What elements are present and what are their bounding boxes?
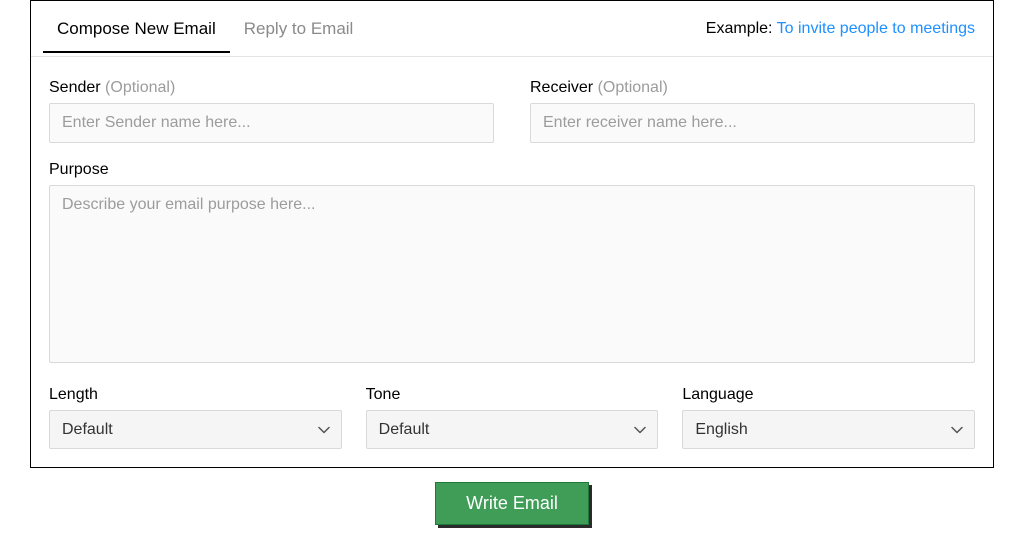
tab-compose[interactable]: Compose New Email bbox=[43, 5, 230, 52]
example-label: Example: bbox=[706, 20, 777, 37]
tab-reply[interactable]: Reply to Email bbox=[230, 5, 368, 52]
length-select[interactable]: Default bbox=[49, 410, 342, 449]
example-block: Example: To invite people to meetings bbox=[706, 20, 981, 38]
sender-field: Sender (Optional) bbox=[49, 79, 494, 143]
language-label: Language bbox=[682, 386, 975, 404]
language-field: Language English bbox=[682, 386, 975, 449]
sender-input[interactable] bbox=[49, 103, 494, 143]
tabs-row: Compose New Email Reply to Email Example… bbox=[31, 1, 993, 57]
length-field: Length Default bbox=[49, 386, 342, 449]
sender-label-text: Sender bbox=[49, 79, 105, 96]
receiver-label-text: Receiver bbox=[530, 79, 598, 96]
purpose-input[interactable] bbox=[49, 185, 975, 363]
language-select[interactable]: English bbox=[682, 410, 975, 449]
length-label: Length bbox=[49, 386, 342, 404]
form-body: Sender (Optional) Receiver (Optional) Pu… bbox=[31, 57, 993, 467]
receiver-field: Receiver (Optional) bbox=[530, 79, 975, 143]
purpose-label: Purpose bbox=[49, 161, 975, 179]
tone-field: Tone Default bbox=[366, 386, 659, 449]
receiver-optional: (Optional) bbox=[598, 79, 668, 96]
purpose-field: Purpose bbox=[49, 161, 975, 368]
tone-label: Tone bbox=[366, 386, 659, 404]
receiver-input[interactable] bbox=[530, 103, 975, 143]
compose-panel: Compose New Email Reply to Email Example… bbox=[30, 0, 994, 468]
sender-optional: (Optional) bbox=[105, 79, 175, 96]
write-email-button[interactable]: Write Email bbox=[435, 482, 589, 525]
receiver-label: Receiver (Optional) bbox=[530, 79, 975, 97]
action-row: Write Email bbox=[0, 482, 1024, 525]
tone-select[interactable]: Default bbox=[366, 410, 659, 449]
sender-label: Sender (Optional) bbox=[49, 79, 494, 97]
example-link[interactable]: To invite people to meetings bbox=[777, 20, 975, 37]
